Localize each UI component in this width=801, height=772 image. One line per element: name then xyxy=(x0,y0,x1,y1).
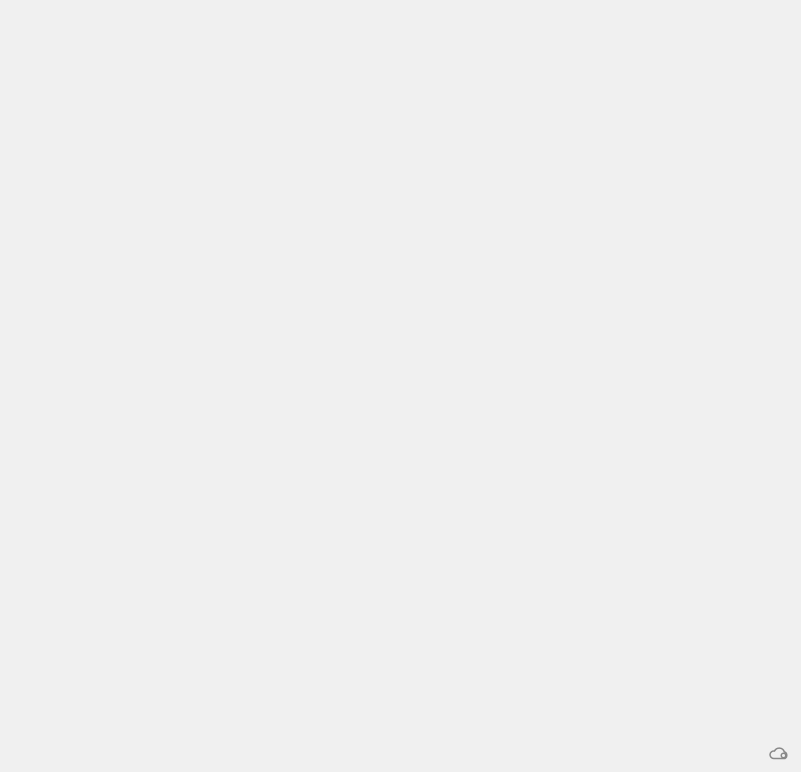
column-headers xyxy=(112,2,793,84)
brand-watermark xyxy=(767,745,795,766)
cloud-icon xyxy=(767,745,791,766)
equality-matrix xyxy=(0,0,801,92)
